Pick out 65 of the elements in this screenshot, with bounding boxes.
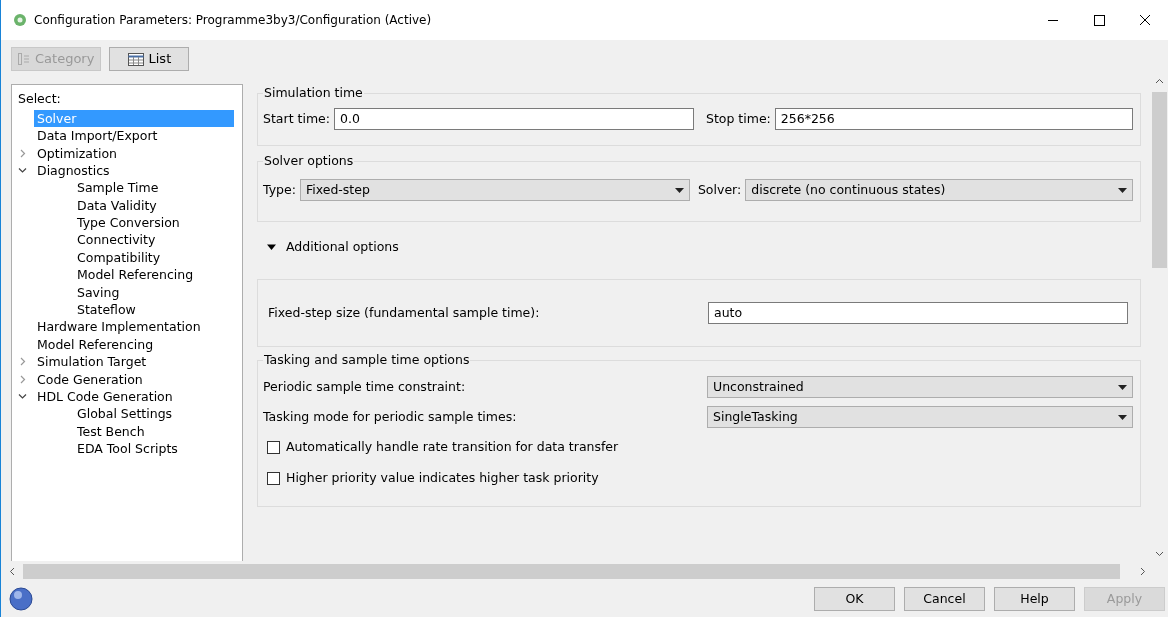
tree-item[interactable]: Type Conversion — [74, 214, 180, 232]
help-icon[interactable] — [9, 587, 33, 611]
tree-item[interactable]: Global Settings — [74, 405, 173, 423]
field-label: Type: — [263, 180, 296, 199]
scroll-right-icon[interactable] — [1140, 566, 1146, 576]
field-label: Solver: — [697, 180, 742, 199]
field-label: Tasking mode for periodic sample times: — [263, 407, 518, 426]
text-field[interactable]: auto — [708, 302, 1128, 324]
tree-item[interactable]: Saving — [74, 283, 120, 302]
group-title: Solver options — [263, 152, 355, 170]
chevron-down-icon[interactable] — [18, 392, 27, 401]
field-label: Start time: — [263, 109, 330, 128]
tree-item[interactable]: Hardware Implementation — [34, 318, 201, 336]
scrollbar-thumb[interactable] — [1152, 92, 1167, 268]
dropdown-caret-icon — [674, 187, 684, 193]
scroll-up-icon[interactable] — [1155, 78, 1164, 84]
tree-item[interactable]: Model Referencing — [74, 266, 194, 284]
chevron-down-icon[interactable] — [18, 165, 27, 175]
checkbox-label: Automatically handle rate transition for data transfer — [286, 438, 619, 457]
chevron-right-icon[interactable] — [18, 374, 27, 384]
chevron-right-icon[interactable] — [18, 357, 27, 367]
tree-item[interactable]: Data Import/Export — [34, 127, 158, 145]
dropdown[interactable]: Unconstrained — [707, 376, 1133, 398]
dialog-button[interactable]: Cancel — [904, 587, 985, 611]
dropdown[interactable]: Fixed-step — [299, 179, 690, 201]
dialog-button[interactable]: OK — [814, 587, 895, 611]
additional-options-toggle[interactable]: Additional options — [286, 237, 399, 257]
table-icon — [127, 52, 144, 66]
tree-item[interactable]: Sample Time — [74, 179, 159, 197]
checkbox[interactable] — [267, 441, 280, 454]
tree-item[interactable]: Diagnostics — [34, 161, 110, 180]
field-label: Stop time: — [705, 109, 771, 128]
dialog-button[interactable]: Help — [994, 587, 1075, 611]
dropdown-caret-icon — [1118, 414, 1127, 420]
tree-item[interactable]: Stateflow — [74, 301, 136, 319]
tree-heading: Select: — [18, 91, 61, 106]
window-title: Configuration Parameters: Programme3by3/Configuration (Active) — [34, 12, 432, 29]
text-field[interactable]: 0.0 — [333, 108, 694, 130]
category-list-icon — [18, 53, 30, 65]
tree-item[interactable]: Model Referencing — [34, 335, 154, 354]
scrollbar-thumb[interactable] — [23, 563, 1120, 579]
tree-item[interactable]: Code Generation — [34, 370, 143, 388]
tree-item[interactable]: Compatibility — [74, 248, 161, 267]
view-toggle-button[interactable]: List — [109, 47, 190, 71]
tree-item[interactable]: Data Validity — [74, 196, 157, 215]
tree-item[interactable]: Simulation Target — [34, 353, 147, 371]
checkbox-label: Higher priority value indicates higher task priority — [286, 469, 599, 488]
field-label: Fixed-step size (fundamental sample time): — [268, 303, 541, 322]
dropdown[interactable]: SingleTasking — [707, 406, 1133, 428]
tree-item[interactable]: HDL Code Generation — [34, 388, 173, 406]
tree-item[interactable]: Optimization — [34, 144, 117, 162]
dropdown[interactable]: discrete (no continuous states) — [745, 179, 1133, 201]
dropdown-caret-icon — [1118, 384, 1127, 390]
group-title: Tasking and sample time options — [263, 351, 471, 369]
triangle-down-icon[interactable] — [267, 242, 276, 252]
dropdown-caret-icon — [1118, 187, 1127, 193]
scroll-down-icon[interactable] — [1155, 551, 1164, 557]
scroll-left-icon[interactable] — [9, 566, 15, 576]
chevron-right-icon[interactable] — [18, 148, 27, 158]
text-field[interactable]: 256*256 — [774, 108, 1133, 130]
checkbox[interactable] — [267, 472, 280, 485]
tree-item[interactable]: Connectivity — [74, 231, 156, 249]
field-label: Periodic sample time constraint: — [263, 377, 467, 396]
tree-item[interactable]: Test Bench — [74, 422, 145, 441]
tree-item[interactable]: EDA Tool Scripts — [74, 440, 178, 458]
